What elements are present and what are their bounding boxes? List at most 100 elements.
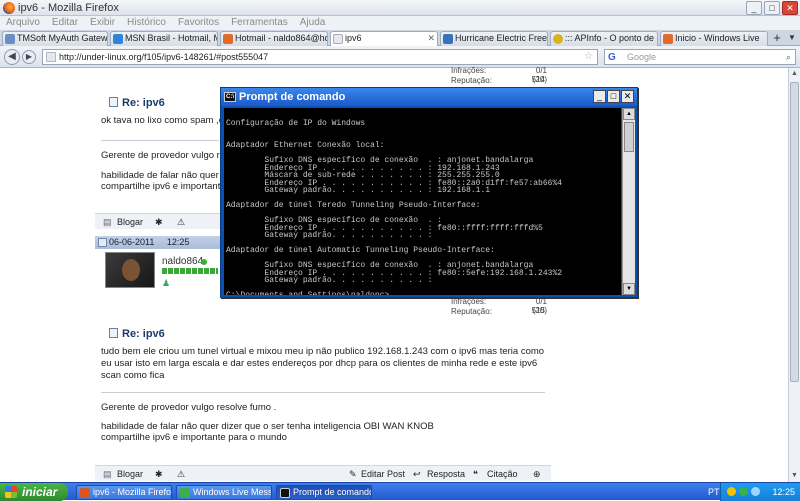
task-cmd[interactable]: Prompt de comando [276, 485, 372, 500]
report-icon[interactable]: ⚠ [177, 466, 185, 482]
new-tab-button[interactable]: + [770, 31, 784, 45]
cmd-scroll-down-icon[interactable]: ▼ [623, 283, 635, 295]
site-identity-icon[interactable] [46, 52, 56, 62]
page-scrollbar[interactable]: ▲ ▼ [788, 68, 800, 482]
tray-shield-icon[interactable] [727, 487, 736, 496]
cmd-output[interactable]: Configuração de IP do Windows Adaptador … [224, 108, 621, 295]
start-button[interactable]: iniciar [0, 483, 68, 501]
task-firefox[interactable]: ipv6 - Mozilla Firefox [76, 485, 172, 500]
scroll-up-icon[interactable]: ▲ [789, 68, 800, 80]
reply-button[interactable]: Resposta [427, 466, 465, 482]
system-tray: 12:25 [720, 483, 800, 501]
quote-button[interactable]: Citação [487, 466, 518, 482]
title-bar[interactable]: ipv6 - Mozilla Firefox _ □ ✕ [0, 0, 800, 16]
post1-line2: Gerente de provedor vulgo re [101, 150, 226, 161]
signature-divider [101, 392, 545, 393]
tab-bar: TMSoft MyAuth Gateway 3 MSN Brasil - Hot… [0, 30, 800, 47]
menu-editar[interactable]: Editar [52, 16, 78, 30]
edit-icon: ✎ [349, 469, 357, 479]
messenger-icon [180, 488, 190, 498]
user-rank-icon: ♟ [162, 278, 171, 288]
url-bar[interactable]: http://under-linux.org/f105/ipv6-148261/… [42, 49, 598, 65]
back-button[interactable]: ◀ [4, 49, 20, 65]
cmd-icon: C:\ [224, 92, 236, 102]
search-input[interactable]: G Google ⌕ [604, 49, 796, 65]
menu-exibir[interactable]: Exibir [90, 16, 115, 30]
cmd-maximize-button[interactable]: □ [607, 90, 620, 103]
menu-historico[interactable]: Histórico [127, 16, 166, 30]
tray-network-icon[interactable] [751, 487, 760, 496]
cmd-line: Adaptador de túnel Automatic Tunneling P… [226, 246, 495, 255]
menu-ajuda[interactable]: Ajuda [300, 16, 326, 30]
report-icon[interactable]: ⚠ [177, 214, 185, 230]
tray-messenger-icon[interactable] [739, 487, 748, 496]
close-button[interactable]: ✕ [782, 1, 798, 15]
menu-arquivo[interactable]: Arquivo [6, 16, 40, 30]
post1-title-text: Re: ipv6 [122, 97, 165, 109]
reputation-bar [162, 268, 218, 274]
multi-quote-icon[interactable]: ⊕ [533, 466, 541, 482]
firefox-icon [80, 488, 90, 498]
post2-username[interactable]: naldo864 [162, 256, 203, 267]
cmd-line: Configuração de IP do Windows [226, 118, 366, 128]
scroll-thumb[interactable] [790, 82, 799, 382]
search-icon[interactable]: ⌕ [786, 50, 791, 64]
menu-ferramentas[interactable]: Ferramentas [231, 16, 288, 30]
cmd-scroll-up-icon[interactable]: ▲ [623, 108, 635, 120]
tab-windows-live[interactable]: Inicio - Windows Live [660, 31, 768, 46]
cmd-scrollbar[interactable]: ▲ ▼ [622, 108, 635, 295]
tab-hurricane[interactable]: Hurricane Electric Free IP... [440, 31, 548, 46]
tab-ipv6[interactable]: ipv6 ✕ [330, 31, 438, 47]
firefox-icon [3, 2, 15, 14]
task-label: Windows Live Messen... [193, 487, 272, 497]
maximize-button[interactable]: □ [764, 1, 780, 15]
google-icon: G [608, 52, 616, 63]
cmd-line: Gateway padrão. . . . . . . . . . : 192.… [226, 186, 491, 195]
edit-post-button[interactable]: Editar Post [361, 466, 405, 482]
tab-label: Inicio - Windows Live [675, 33, 760, 43]
tab-label: TMSoft MyAuth Gateway 3 [17, 33, 108, 43]
menu-bar: Arquivo Editar Exibir Histórico Favorito… [0, 16, 800, 30]
blog-icon: ▤ [103, 217, 112, 227]
task-label: Prompt de comando [293, 487, 372, 497]
cmd-close-button[interactable]: ✕ [621, 90, 634, 103]
tab-favicon-icon [553, 34, 563, 44]
forward-button[interactable]: ▶ [22, 50, 36, 64]
scroll-down-icon[interactable]: ▼ [789, 470, 800, 482]
post2-stats: Infrações: 0/1 (20) Reputação: 515 [451, 297, 547, 316]
reputacao-label: Reputação: [451, 76, 492, 85]
star-icon[interactable]: ✱ [155, 466, 163, 482]
cmd-minimize-button[interactable]: _ [593, 90, 606, 103]
blogar-link[interactable]: Blogar [117, 214, 143, 230]
blogar-link[interactable]: Blogar [117, 466, 143, 482]
cmd-title-bar[interactable]: C:\ Prompt de comando [221, 88, 637, 106]
avatar-face [122, 259, 140, 281]
star-icon[interactable]: ✱ [155, 214, 163, 230]
tab-apinfo[interactable]: ::: APInfo - O ponto de ... [550, 31, 658, 46]
tab-tmsoft[interactable]: TMSoft MyAuth Gateway 3 [2, 31, 108, 46]
tab-favicon-icon [443, 34, 453, 44]
post1-stats: Infrações: 0/1 (20) Reputação: 514 [451, 66, 547, 85]
cmd-window[interactable]: C:\ Prompt de comando _ □ ✕ Configuração… [220, 87, 638, 298]
cmd-scroll-thumb[interactable] [624, 122, 634, 152]
menu-favoritos[interactable]: Favoritos [178, 16, 219, 30]
list-tabs-icon[interactable]: ▼ [786, 31, 798, 45]
page-gutter [0, 68, 95, 482]
avatar[interactable] [105, 252, 155, 288]
cmd-icon [280, 488, 290, 498]
cmd-line: C:\Documents and Settings\naldopc>_ [226, 292, 619, 295]
cmd-line [226, 127, 619, 135]
close-tab-icon[interactable]: ✕ [427, 32, 435, 45]
post1-title: Re: ipv6 [109, 97, 165, 109]
language-indicator[interactable]: PT [708, 483, 720, 501]
tab-msn[interactable]: MSN Brasil - Hotmail, Mes... [110, 31, 218, 46]
post2-body-line3: scan como fica [101, 370, 165, 381]
bookmark-star-icon[interactable]: ☆ [584, 50, 593, 64]
tab-hotmail[interactable]: Hotmail - naldo864@hotm... [220, 31, 328, 46]
minimize-button[interactable]: _ [746, 1, 762, 15]
clock[interactable]: 12:25 [772, 483, 795, 501]
task-messenger[interactable]: Windows Live Messen... [176, 485, 272, 500]
tab-label: ::: APInfo - O ponto de ... [565, 33, 658, 43]
post-icon [109, 97, 118, 107]
cmd-title: Prompt de comando [239, 91, 346, 103]
